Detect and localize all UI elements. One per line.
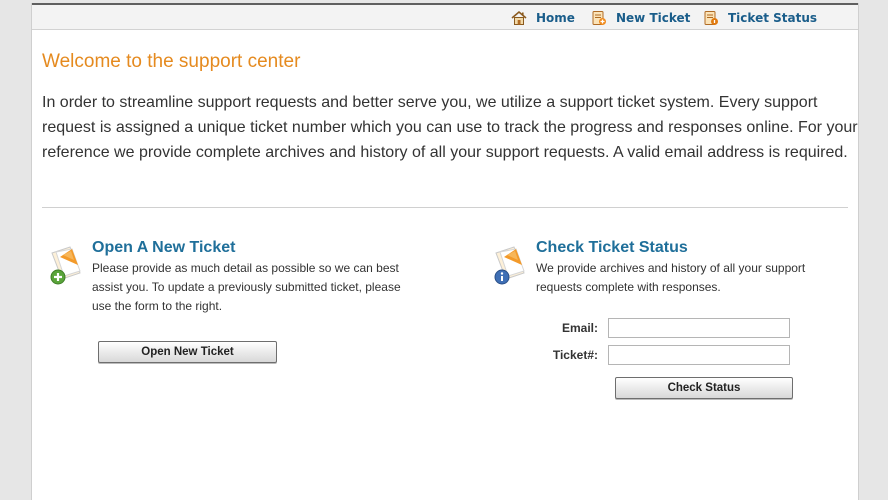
nav-home-label: Home	[536, 11, 575, 25]
ticket-add-icon	[591, 10, 607, 26]
page-container: Home New Ticket Ticket Status Welcome to…	[31, 3, 859, 500]
ticket-info-icon	[490, 243, 534, 287]
section-divider	[42, 207, 848, 208]
home-icon	[511, 10, 527, 26]
nav-new-ticket-label: New Ticket	[616, 11, 691, 25]
nav-new-ticket-link[interactable]: New Ticket	[591, 10, 690, 26]
nav-home-link[interactable]: Home	[511, 10, 575, 26]
open-new-ticket-button[interactable]: Open New Ticket	[98, 341, 277, 363]
new-ticket-icon	[46, 243, 90, 287]
email-label: Email:	[561, 321, 598, 335]
nav-ticket-status-label: Ticket Status	[728, 11, 818, 25]
page-title: Welcome to the support center	[42, 51, 301, 72]
nav-ticket-status-link[interactable]: Ticket Status	[703, 10, 817, 26]
check-status-heading: Check Ticket Status	[536, 239, 688, 256]
email-field[interactable]	[608, 318, 790, 338]
ticket-number-field[interactable]	[608, 345, 790, 365]
open-ticket-heading: Open A New Ticket	[92, 239, 236, 256]
check-status-description: We provide archives and history of all y…	[536, 261, 806, 294]
ticket-status-icon	[703, 10, 719, 26]
top-nav-bar: Home New Ticket Ticket Status	[32, 3, 858, 30]
intro-text: In order to streamline support requests …	[42, 94, 858, 161]
check-status-button[interactable]: Check Status	[615, 377, 793, 399]
open-ticket-description: Please provide as much detail as possibl…	[92, 261, 401, 313]
ticket-number-label: Ticket#:	[552, 348, 598, 362]
